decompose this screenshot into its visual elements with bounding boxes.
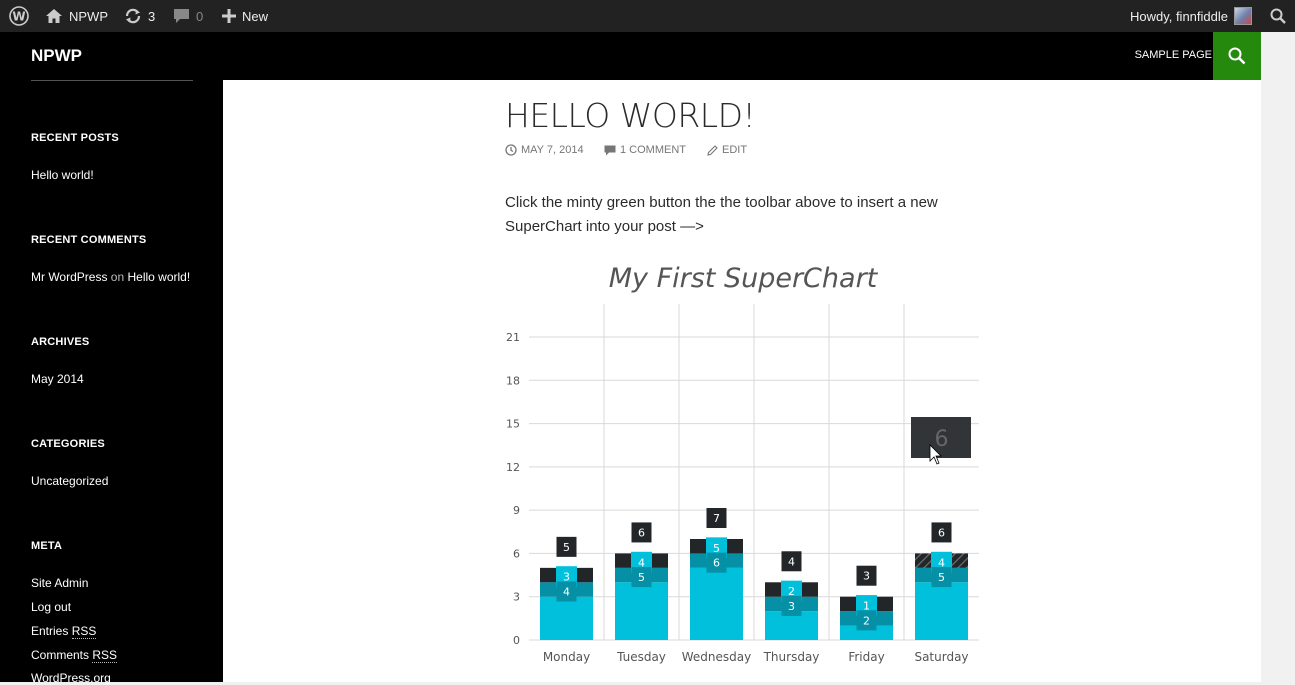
- site-name-menu[interactable]: NPWP: [45, 0, 108, 32]
- recent-post-link[interactable]: Hello world!: [31, 168, 94, 182]
- admin-bar: W NPWP 3 0 New Howdy, finnfiddle: [0, 0, 1295, 32]
- entries-label: Entries: [31, 624, 69, 638]
- archives-heading: ARCHIVES: [31, 336, 90, 348]
- category-link[interactable]: Uncategorized: [31, 474, 108, 488]
- y-tick-label: 21: [506, 331, 520, 344]
- archive-link[interactable]: May 2014: [31, 372, 84, 386]
- site-title[interactable]: NPWP: [31, 46, 82, 66]
- admin-bar-secondary: Howdy, finnfiddle: [1130, 0, 1295, 32]
- bar-segment: [540, 596, 593, 640]
- data-label: 7: [713, 512, 720, 525]
- data-label: 6: [713, 557, 720, 570]
- recent-comments-heading: RECENT COMMENTS: [31, 234, 147, 246]
- x-tick-label: Monday: [543, 650, 590, 664]
- x-tick-label: Thursday: [763, 650, 820, 664]
- log-out-link[interactable]: Log out: [31, 600, 71, 614]
- rss-abbr: RSS: [92, 648, 118, 663]
- home-icon: [45, 8, 63, 24]
- data-label: 4: [563, 586, 570, 599]
- data-label: 3: [788, 600, 795, 613]
- data-label: 3: [863, 570, 870, 583]
- y-tick-label: 6: [513, 547, 520, 560]
- updates-count: 3: [148, 8, 156, 24]
- superchart: My First SuperChart 0 3 6 9 12 15 18 21 3 4 5 Monda…: [506, 263, 979, 664]
- y-tick-label: 9: [513, 504, 520, 517]
- primary-navigation: SAMPLE PAGE: [223, 32, 1261, 80]
- comments-count: 0: [196, 8, 204, 24]
- y-tick-label: 15: [506, 418, 520, 431]
- data-label: 6: [938, 526, 945, 539]
- x-tick-label: Friday: [848, 650, 884, 664]
- bar-segment: [615, 582, 668, 640]
- new-content-menu[interactable]: New: [222, 0, 268, 32]
- y-tick-label: 12: [506, 461, 520, 474]
- main-content: HELLO WORLD! MAY 7, 2014 1 COMMENT EDIT …: [223, 80, 1261, 682]
- site-name-label: NPWP: [69, 8, 108, 24]
- comment-author-link[interactable]: Mr WordPress: [31, 270, 107, 284]
- x-tick-label: Tuesday: [616, 650, 666, 664]
- page-margin: [1261, 32, 1295, 682]
- meta-heading: META: [31, 540, 63, 552]
- site-admin-link[interactable]: Site Admin: [31, 576, 88, 590]
- data-label: 4: [788, 555, 795, 568]
- plus-icon: [222, 9, 236, 23]
- rss-abbr: RSS: [71, 624, 97, 639]
- nav-item-sample-page[interactable]: SAMPLE PAGE: [1135, 49, 1212, 61]
- y-tick-label: 0: [513, 634, 520, 647]
- divider: [31, 80, 193, 81]
- data-label: 5: [563, 541, 570, 554]
- chart-title: My First SuperChart: [609, 263, 879, 294]
- y-tick-label: 3: [513, 591, 520, 604]
- data-label: 5: [638, 571, 645, 584]
- comments-rss-link[interactable]: Comments RSS: [31, 648, 118, 663]
- y-tick-label: 18: [506, 374, 520, 387]
- entries-rss-link[interactable]: Entries RSS: [31, 624, 97, 639]
- comment-on-text: on: [110, 270, 125, 284]
- search-toggle[interactable]: [1213, 32, 1261, 80]
- sidebar: NPWP RECENT POSTS Hello world! RECENT CO…: [0, 32, 223, 685]
- bar-segment: [690, 567, 743, 640]
- my-account-menu[interactable]: Howdy, finnfiddle: [1130, 9, 1228, 24]
- comments-menu[interactable]: 0: [173, 0, 203, 32]
- recent-posts-heading: RECENT POSTS: [31, 132, 119, 144]
- comments-label: Comments: [31, 648, 90, 662]
- wordpress-org-link[interactable]: WordPress.org: [31, 671, 111, 685]
- search-icon[interactable]: [1270, 8, 1286, 24]
- bar-segment: [915, 582, 968, 640]
- comment-bubble-icon: [173, 8, 190, 24]
- search-icon: [1228, 47, 1246, 65]
- data-label: 2: [863, 614, 870, 627]
- data-label: 5: [938, 571, 945, 584]
- avatar[interactable]: [1234, 7, 1252, 25]
- tooltip-value: 6: [935, 427, 949, 452]
- recent-comment-item: Mr WordPress on Hello world!: [31, 270, 190, 284]
- categories-heading: CATEGORIES: [31, 438, 105, 450]
- new-label: New: [242, 8, 269, 24]
- x-tick-label: Wednesday: [682, 650, 751, 664]
- x-tick-label: Saturday: [914, 650, 968, 664]
- svg-text:W: W: [12, 10, 25, 24]
- comment-post-link[interactable]: Hello world!: [128, 270, 191, 284]
- updates-icon: [124, 7, 142, 25]
- wordpress-logo-icon[interactable]: W: [9, 0, 29, 32]
- data-label: 6: [638, 526, 645, 539]
- updates-menu[interactable]: 3: [124, 0, 155, 32]
